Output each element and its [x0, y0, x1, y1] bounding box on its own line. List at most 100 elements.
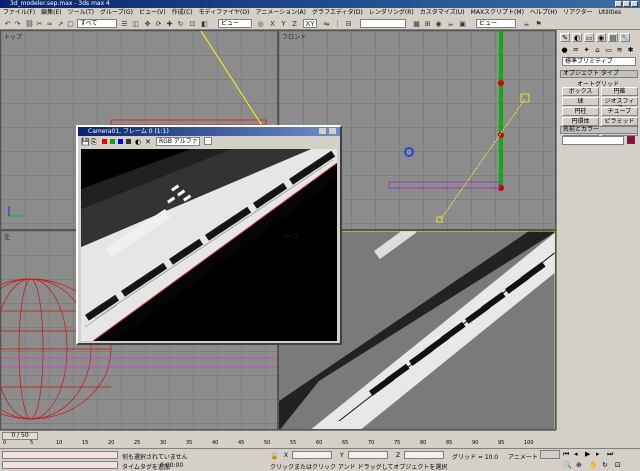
maximize-button[interactable] [623, 1, 630, 7]
lock-selection-icon[interactable]: 🔒 [270, 452, 279, 460]
goto-end-icon[interactable]: ⏭ [607, 450, 613, 459]
cone-button[interactable]: 円錐 [601, 87, 638, 96]
array-icon[interactable]: ⋮ [333, 19, 342, 28]
prev-frame-icon[interactable]: ◂ [574, 450, 578, 458]
quick-render-icon-2[interactable]: ☕ [522, 19, 531, 28]
quick-render-icon[interactable]: ▣ [458, 19, 467, 28]
play-icon[interactable]: ▶ [585, 450, 590, 458]
display-tab-icon[interactable]: ▤ [608, 33, 618, 42]
alpha-channel-icon[interactable] [126, 139, 131, 144]
axis-y-icon[interactable]: Y [279, 19, 288, 28]
clear-icon[interactable]: ✕ [145, 138, 151, 146]
render-window-close-button[interactable] [329, 128, 336, 134]
bind-spacewarp-icon[interactable]: ≈ [45, 19, 54, 28]
category-dropdown[interactable]: 標準プリミティブ [562, 57, 636, 66]
box-button[interactable]: ボックス [562, 87, 599, 96]
ref-coord-dropdown[interactable]: ビュー [218, 19, 252, 28]
select-icon[interactable]: ➚ [56, 19, 65, 28]
menu-rendering[interactable]: レンダリング(R) [369, 8, 414, 17]
select-rotate-icon-2[interactable]: ↻ [176, 19, 185, 28]
maxscript-listener-mini-2[interactable] [2, 461, 118, 469]
track-bar[interactable]: 0 5 10 15 20 25 30 35 40 45 50 55 60 65 … [0, 440, 556, 448]
zoom-all-icon[interactable]: ⊕ [576, 461, 582, 469]
save-bitmap-icon[interactable]: 💾 [81, 138, 90, 146]
render-window-minimize-button[interactable] [319, 128, 326, 134]
blue-channel-icon[interactable] [118, 139, 123, 144]
axis-z-icon[interactable]: Z [290, 19, 299, 28]
link-icon[interactable]: ⛓ [25, 19, 34, 28]
menu-help[interactable]: ヘルプ(H) [530, 8, 557, 17]
maxscript-listener-mini[interactable] [2, 451, 118, 459]
systems-icon[interactable]: ✱ [626, 45, 635, 54]
material-editor-icon[interactable]: ◉ [434, 19, 443, 28]
menu-reactor[interactable]: リアクター [563, 8, 592, 17]
helpers-icon[interactable]: ▭ [604, 45, 613, 54]
render-last-icon[interactable]: ⚑ [534, 19, 543, 28]
menu-group[interactable]: グループ(G) [100, 8, 133, 17]
viewport-label-perspective[interactable]: パース [282, 232, 300, 241]
menu-create[interactable]: 作成(C) [172, 8, 193, 17]
copy-bitmap-icon[interactable]: ⎘ [91, 138, 97, 147]
lights-icon[interactable]: ✦ [582, 45, 591, 54]
menu-tools[interactable]: ツール(T) [68, 8, 94, 17]
track-view-icon[interactable]: ▦ [412, 19, 421, 28]
z-coord-field[interactable] [404, 451, 444, 459]
axis-xy-button[interactable]: XY [303, 19, 317, 28]
object-color-swatch[interactable] [627, 136, 635, 144]
time-slider[interactable]: 0 / 50 [2, 432, 38, 440]
rollout-name-color[interactable]: 名前とカラー [560, 126, 638, 134]
channel-dropdown[interactable]: RGB アルファ [156, 137, 200, 146]
menu-file[interactable]: ファイル(F) [3, 8, 35, 17]
menu-maxscript[interactable]: MAXスクリプト(M) [471, 8, 524, 17]
menu-modifiers[interactable]: モディファイヤ(O) [199, 8, 250, 17]
select-move-icon[interactable]: ✥ [143, 19, 152, 28]
mirror-icon[interactable]: ⇋ [322, 19, 331, 28]
align-icon[interactable]: ⊟ [344, 19, 353, 28]
scale-icon[interactable]: ◧ [200, 19, 209, 28]
menu-graph-editors[interactable]: グラフエディタ(D) [312, 8, 363, 17]
minimize-button[interactable] [615, 1, 622, 7]
menu-edit[interactable]: 編集(E) [41, 8, 61, 17]
render-type-dropdown[interactable]: ビュー [476, 19, 516, 28]
axis-x-icon[interactable]: X [268, 19, 277, 28]
goto-start-icon[interactable]: ⏮ [563, 450, 569, 459]
select-move-icon-2[interactable]: ✚ [165, 19, 174, 28]
rollout-object-type[interactable]: オブジェクト タイプ [560, 70, 638, 78]
green-channel-icon[interactable] [110, 139, 115, 144]
red-channel-icon[interactable] [102, 139, 107, 144]
object-name-field[interactable] [562, 136, 624, 145]
render-window-titlebar[interactable]: Camera01, フレーム 0 (1:1) [78, 127, 340, 136]
motion-tab-icon[interactable]: ◉ [596, 33, 606, 42]
close-button[interactable] [631, 1, 638, 7]
create-tab-icon[interactable]: ✎ [560, 33, 570, 42]
pyramid-button[interactable]: ピラミッド [601, 117, 638, 126]
undo-icon[interactable]: ↶ [3, 19, 12, 28]
pan-icon[interactable]: ✋ [589, 461, 598, 469]
select-scale-icon[interactable]: ⊡ [188, 19, 197, 28]
next-frame-icon[interactable]: ▸ [596, 450, 600, 458]
menu-customize[interactable]: カスタマイズ(U) [420, 8, 465, 17]
mono-icon[interactable]: ◐ [135, 138, 141, 146]
menu-utilities[interactable]: Utilities [599, 8, 622, 17]
geometry-icon[interactable]: ● [560, 45, 569, 54]
menu-animation[interactable]: アニメーション(A) [255, 8, 306, 17]
named-selection-dropdown[interactable] [360, 19, 406, 28]
y-coord-field[interactable] [348, 451, 388, 459]
render-scene-icon[interactable]: ☕ [446, 19, 455, 28]
shapes-icon[interactable]: ♒ [571, 45, 580, 54]
zoom-icon[interactable]: 🔍 [563, 461, 572, 469]
select-by-name-icon[interactable]: ☰ [120, 19, 129, 28]
cylinder-button[interactable]: 円柱 [562, 107, 599, 116]
modify-tab-icon[interactable]: ◐ [572, 33, 582, 42]
cameras-icon[interactable]: ⌂ [593, 45, 602, 54]
schematic-icon[interactable]: ⊞ [423, 19, 432, 28]
select-rotate-icon[interactable]: ⟳ [154, 19, 163, 28]
sphere-button[interactable]: 球 [562, 97, 599, 106]
geosphere-button[interactable]: ジオスフィア [601, 97, 638, 112]
unlink-icon[interactable]: ✂ [35, 19, 44, 28]
max-toggle-icon[interactable]: ⊡ [615, 461, 621, 469]
spacewarps-icon[interactable]: ≋ [615, 45, 624, 54]
redo-icon[interactable]: ↷ [13, 19, 22, 28]
region-select-icon[interactable]: ▢ [66, 19, 75, 28]
arc-rotate-icon[interactable]: ↻ [602, 461, 608, 469]
